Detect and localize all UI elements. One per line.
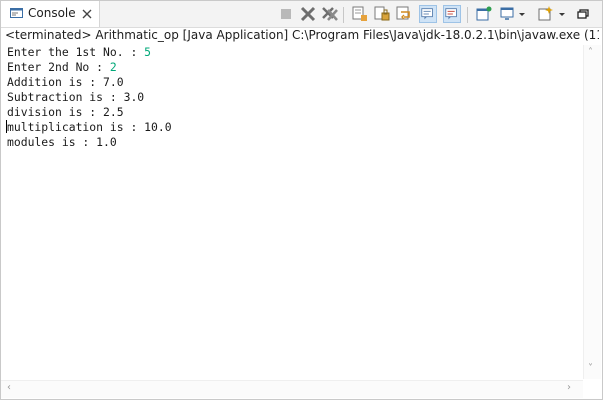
tab-console[interactable]: Console: [1, 1, 100, 27]
vertical-scrollbar[interactable]: ˄ ˅: [583, 45, 601, 379]
remove-all-terminated-icon[interactable]: [321, 5, 339, 23]
output-line: Enter 2nd No : 2: [7, 60, 579, 75]
scroll-lock-icon[interactable]: [373, 5, 391, 23]
console-icon: [10, 8, 23, 18]
terminate-icon[interactable]: [277, 5, 295, 23]
chevron-down-icon[interactable]: [517, 5, 527, 23]
display-console-icon[interactable]: [499, 5, 517, 23]
console-view: Console <terminated> Arithmatic_op [Java…: [0, 0, 603, 400]
toolbar-separator: [467, 7, 468, 23]
console-toolbar: [275, 5, 597, 25]
console-output[interactable]: Enter the 1st No. : 5 Enter 2nd No : 2 A…: [6, 45, 579, 375]
output-line: modules is : 1.0: [7, 135, 117, 149]
output-line: division is : 2.5: [7, 105, 124, 119]
output-line: Enter the 1st No. : 5: [7, 45, 579, 60]
show-when-stderr-icon[interactable]: [443, 5, 461, 23]
user-input-value: 2: [109, 60, 117, 74]
minimize-icon[interactable]: [575, 5, 593, 23]
scroll-right-icon[interactable]: ›: [567, 382, 571, 393]
word-wrap-icon[interactable]: [395, 5, 413, 23]
open-console-icon[interactable]: [537, 5, 555, 23]
tab-console-label: Console: [28, 6, 76, 20]
horizontal-scrollbar[interactable]: ‹ ›: [1, 380, 583, 398]
toolbar-separator: [343, 7, 344, 23]
input-prompt: Enter 2nd No :: [7, 60, 110, 74]
clear-console-icon[interactable]: [351, 5, 369, 23]
user-input-value: 5: [144, 45, 152, 59]
chevron-down-icon[interactable]: [557, 5, 567, 23]
close-icon[interactable]: [81, 8, 93, 20]
remove-launch-icon[interactable]: [299, 5, 317, 23]
output-line: Subtraction is : 3.0: [7, 90, 145, 104]
input-prompt: Enter the 1st No. :: [7, 45, 145, 59]
process-status-line: <terminated> Arithmatic_op [Java Applica…: [5, 28, 599, 42]
scroll-left-icon[interactable]: ‹: [7, 382, 11, 393]
output-line: Addition is : 7.0: [7, 75, 124, 89]
view-tab-bar: Console: [1, 1, 602, 28]
show-when-stdout-icon[interactable]: [419, 5, 437, 23]
scroll-down-icon[interactable]: ˅: [588, 363, 593, 374]
scroll-up-icon[interactable]: ˄: [588, 47, 593, 58]
text-caret: [6, 120, 7, 133]
pin-console-icon[interactable]: [475, 5, 493, 23]
output-line: multiplication is : 10.0: [7, 120, 172, 134]
